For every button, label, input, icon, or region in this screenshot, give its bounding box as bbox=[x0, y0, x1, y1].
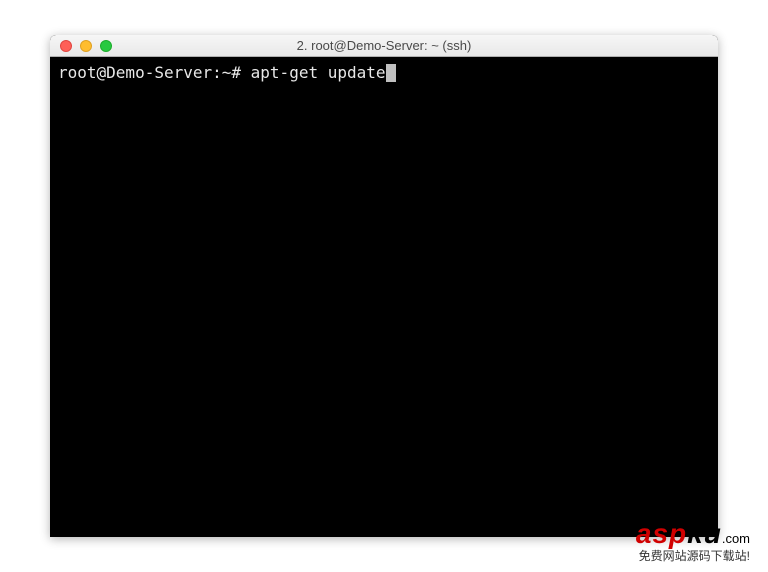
prompt: root@Demo-Server:~# bbox=[58, 63, 251, 84]
window-title: 2. root@Demo-Server: ~ (ssh) bbox=[50, 38, 718, 53]
cursor-icon bbox=[386, 64, 396, 82]
maximize-icon[interactable] bbox=[100, 40, 112, 52]
watermark-tld: .com bbox=[722, 531, 750, 546]
minimize-icon[interactable] bbox=[80, 40, 92, 52]
terminal-line: root@Demo-Server:~# apt-get update bbox=[58, 63, 710, 84]
terminal-window: 2. root@Demo-Server: ~ (ssh) root@Demo-S… bbox=[50, 35, 718, 537]
title-bar[interactable]: 2. root@Demo-Server: ~ (ssh) bbox=[50, 35, 718, 57]
terminal-body[interactable]: root@Demo-Server:~# apt-get update bbox=[50, 57, 718, 537]
command-text: apt-get update bbox=[251, 63, 386, 84]
watermark-subtitle: 免费网站源码下载站! bbox=[636, 547, 750, 564]
close-icon[interactable] bbox=[60, 40, 72, 52]
traffic-lights bbox=[50, 40, 112, 52]
